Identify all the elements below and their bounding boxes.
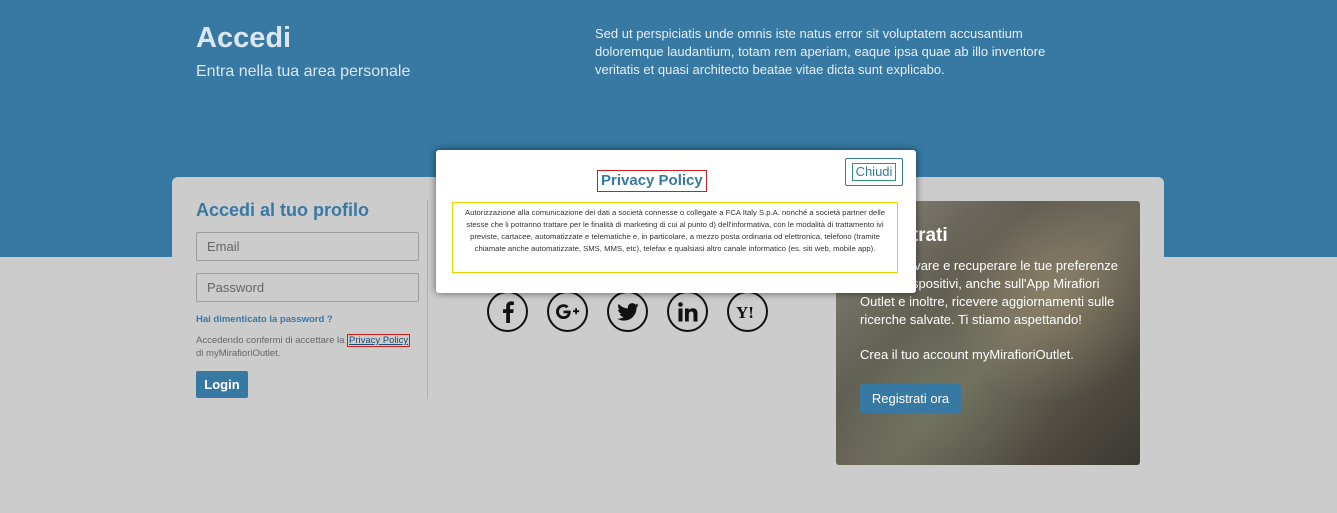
login-heading: Accedi al tuo profilo <box>196 200 370 220</box>
page-title: Accedi <box>196 22 292 54</box>
linkedin-icon[interactable] <box>667 291 708 332</box>
modal-title: Privacy Policy <box>597 170 707 192</box>
email-field[interactable] <box>196 232 419 261</box>
privacy-policy-link[interactable]: Privacy Policy <box>347 334 411 347</box>
twitter-icon[interactable] <box>607 291 648 332</box>
consent-suffix: di myMirafioriOutlet. <box>196 348 281 359</box>
privacy-policy-modal: Privacy Policy Chiudi Autorizzazione all… <box>436 150 916 293</box>
privacy-consent-text: Accedendo confermi di accettare la Priva… <box>196 334 426 360</box>
google-plus-icon[interactable] <box>547 291 588 332</box>
close-button[interactable]: Chiudi <box>845 158 903 186</box>
register-button[interactable]: Registrati ora <box>860 384 961 413</box>
consent-prefix: Accedendo confermi di accettare la <box>196 335 345 346</box>
facebook-icon[interactable] <box>487 291 528 332</box>
password-field[interactable] <box>196 273 419 302</box>
login-section: Accedi al tuo profilo Hai dimenticato la… <box>196 200 428 399</box>
forgot-password-link[interactable]: Hai dimenticato la password ? <box>196 314 333 325</box>
hero-description: Sed ut perspiciatis unde omnis iste natu… <box>595 26 1046 77</box>
page-subtitle: Entra nella tua area personale <box>196 63 411 80</box>
svg-text:Y!: Y! <box>736 304 754 320</box>
close-label: Chiudi <box>851 163 897 181</box>
promo-cta-text: Crea il tuo account myMirafioriOutlet. <box>860 347 1074 362</box>
login-button[interactable]: Login <box>196 371 248 398</box>
yahoo-icon[interactable]: Y! <box>727 291 768 332</box>
privacy-policy-text: Autorizzazione alla comunicazione dei da… <box>452 202 898 273</box>
